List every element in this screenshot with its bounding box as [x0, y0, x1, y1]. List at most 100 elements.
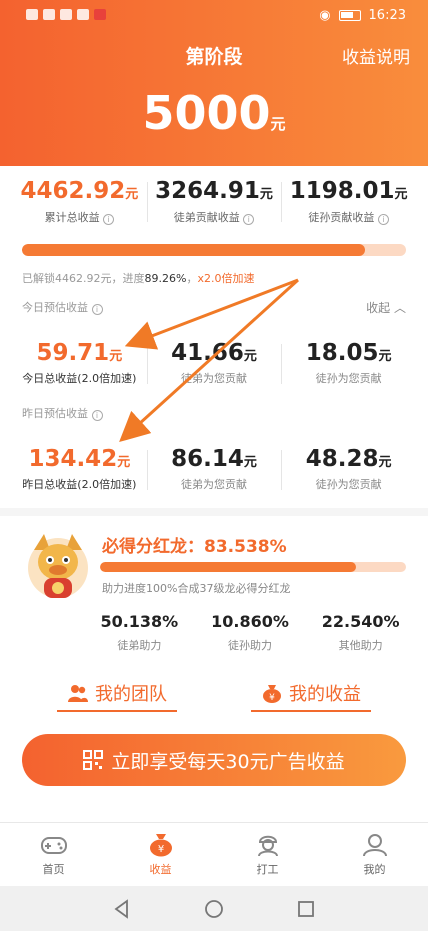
notification-icon [94, 9, 106, 20]
dragon-progress-bar [100, 562, 406, 572]
today-section-label: 今日预估收益 i [22, 299, 103, 315]
battery-icon [338, 10, 361, 21]
section-divider [0, 508, 428, 516]
info-icon[interactable]: i [377, 214, 389, 225]
unlock-status: 已解锁4462.92元，进度89.26%，x2.0倍加速 [22, 270, 254, 286]
yesterday-total: 134.42元 昨日总收益(2.0倍加速) [12, 446, 147, 496]
collapse-button[interactable]: 收起 ︿ [366, 299, 406, 316]
info-icon[interactable]: i [91, 410, 103, 421]
dragon-description: 助力进度100%合成37级龙必得分红龙 [102, 582, 291, 595]
yesterday-total-label: 昨日总收益(2.0倍加速) [22, 478, 137, 491]
unit: 元 [394, 187, 408, 202]
eye-comfort-icon: ◉ [319, 8, 331, 23]
dragon-progress-fill [100, 562, 356, 572]
yesterday-row: 134.42元 昨日总收益(2.0倍加速) 86.14元 徒弟为您贡献 48.2… [12, 446, 416, 496]
status-time: 16:23 [368, 8, 406, 23]
home-circle-icon[interactable] [204, 899, 224, 919]
bottom-tab-bar: 首页 ¥ 收益 打工 我的 [0, 822, 428, 886]
apprentice-income-label: 徒弟贡献收益 [173, 211, 240, 224]
signal-icon [26, 9, 38, 20]
help-label: 其他助力 [338, 639, 383, 652]
info-icon[interactable]: i [91, 304, 103, 315]
unlock-separator: ， [186, 272, 198, 285]
today-label: 今日预估收益 [22, 301, 88, 314]
dragon-title: 必得分红龙：83.538% [102, 537, 287, 557]
help-grand-apprentice: 10.860% 徒孙助力 [195, 612, 306, 653]
help-apprentice: 50.138% 徒弟助力 [84, 612, 195, 653]
help-label: 徒弟助力 [117, 639, 162, 652]
total-income-label: 累计总收益 [44, 211, 100, 224]
today-grand-apprentice-label: 徒孙为您贡献 [315, 372, 382, 385]
info-icon[interactable]: i [103, 214, 115, 225]
user-icon [362, 834, 387, 857]
chevron-up-icon: ︿ [393, 301, 406, 315]
tab-label: 我的 [363, 863, 386, 876]
help-value: 50.138% [100, 612, 179, 631]
my-income-button[interactable]: ¥ 我的收益 [251, 676, 371, 712]
status-bar: ◉ 16:23 [0, 0, 428, 34]
my-team-label: 我的团队 [95, 684, 167, 705]
unlock-progress-bar [22, 244, 406, 256]
app-notification-icon [60, 9, 72, 20]
yesterday-apprentice: 86.14元 徒弟为您贡献 [146, 446, 282, 496]
tab-income[interactable]: ¥ 收益 [107, 823, 214, 886]
today-row: 59.71元 今日总收益(2.0倍加速) 41.66元 徒弟为您贡献 18.05… [12, 340, 416, 390]
status-icons [26, 9, 106, 20]
ad-income-cta-button[interactable]: 立即享受每天30元广告收益 [22, 734, 406, 786]
yesterday-grand-apprentice-value: 48.28 [305, 446, 379, 472]
info-icon[interactable]: i [243, 214, 255, 225]
unlock-percent: 89.26% [144, 272, 187, 285]
my-team-button[interactable]: 我的团队 [57, 676, 177, 712]
speed-multiplier: x2.0倍加速 [197, 272, 255, 285]
help-value: 22.540% [321, 612, 400, 631]
yesterday-total-value: 134.42 [28, 446, 118, 472]
collapse-label: 收起 [366, 301, 391, 315]
wifi-icon [43, 9, 55, 20]
tab-label: 首页 [42, 863, 65, 876]
today-apprentice-value: 41.66 [171, 340, 244, 366]
total-income-value: 4462.92 [20, 178, 126, 204]
unit: 元 [117, 455, 131, 470]
yesterday-label: 昨日预估收益 [22, 407, 88, 420]
grand-apprentice-income-value: 1198.01 [289, 178, 395, 204]
today-total: 59.71元 今日总收益(2.0倍加速) [12, 340, 147, 390]
svg-text:¥: ¥ [269, 693, 275, 703]
unit: 元 [378, 455, 392, 470]
tab-home[interactable]: 首页 [0, 823, 107, 886]
tab-mine[interactable]: 我的 [321, 823, 428, 886]
yesterday-apprentice-label: 徒弟为您贡献 [181, 478, 247, 491]
arrow-to-today [124, 278, 299, 350]
apprentice-income: 3264.91元 徒弟贡献收益 i [146, 178, 282, 228]
today-grand-apprentice: 18.05元 徒孙为您贡献 [281, 340, 416, 390]
target-amount: 5000元 [0, 86, 428, 140]
unit: 元 [378, 349, 392, 364]
income-help-link[interactable]: 收益说明 [342, 43, 410, 68]
totals-row: 4462.92元 累计总收益 i 3264.91元 徒弟贡献收益 i 1198.… [12, 178, 416, 228]
grand-apprentice-income: 1198.01元 徒孙贡献收益 i [281, 178, 416, 228]
unit: 元 [109, 349, 123, 364]
today-apprentice-label: 徒弟为您贡献 [181, 372, 247, 385]
recents-icon[interactable] [296, 899, 316, 919]
today-total-label: 今日总收益(2.0倍加速) [22, 372, 137, 385]
unit: 元 [259, 187, 273, 202]
target-amount-unit: 元 [270, 115, 286, 133]
header: ◉ 16:23 第阶段 收益说明 5000元 [0, 0, 428, 166]
help-row: 50.138% 徒弟助力 10.860% 徒孙助力 22.540% 其他助力 [84, 612, 416, 653]
back-icon[interactable] [112, 898, 132, 919]
team-icon [68, 685, 88, 702]
my-income-label: 我的收益 [289, 684, 361, 705]
total-income: 4462.92元 累计总收益 i [12, 178, 147, 228]
help-other: 22.540% 其他助力 [305, 612, 416, 653]
unit: 元 [243, 349, 257, 364]
unlock-progress-fill [22, 244, 365, 256]
tab-work[interactable]: 打工 [214, 823, 321, 886]
today-grand-apprentice-value: 18.05 [305, 340, 379, 366]
today-apprentice: 41.66元 徒弟为您贡献 [146, 340, 282, 390]
unlock-prefix: 已解锁4462.92元，进度 [22, 272, 145, 285]
gamepad-icon [40, 837, 67, 854]
qr-code-icon [83, 750, 104, 770]
dragon-avatar-icon [28, 534, 88, 598]
money-bag-icon: ¥ [149, 834, 172, 857]
money-bag-icon: ¥ [263, 685, 281, 703]
unit: 元 [243, 455, 257, 470]
